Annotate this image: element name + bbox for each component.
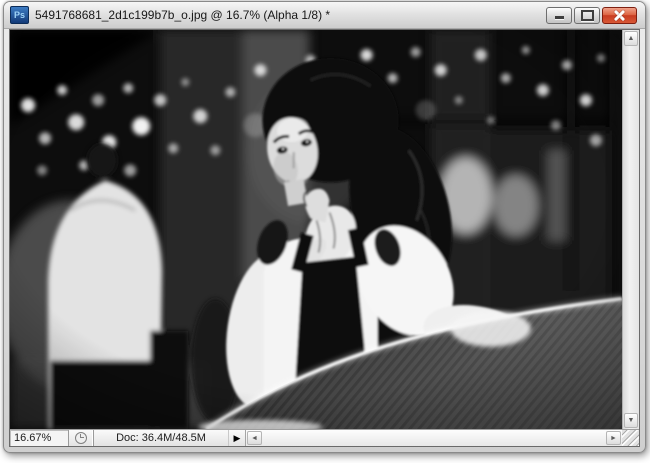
- close-button[interactable]: [602, 6, 637, 24]
- scroll-down-icon[interactable]: ▼: [624, 413, 638, 428]
- vertical-scrollbar[interactable]: ▲ ▼: [622, 30, 639, 429]
- maximize-icon: [580, 9, 594, 21]
- resize-grip[interactable]: [622, 430, 639, 446]
- status-bar: 16.67% Doc: 36.4M/48.5M ▶ ◄ ►: [10, 429, 639, 446]
- status-menu-button[interactable]: ▶: [229, 430, 246, 446]
- document-content-area: ▲ ▼ 16.67% Doc: 36.4M/48.5M ▶ ◄ ►: [9, 29, 640, 447]
- window-controls: [546, 6, 637, 24]
- minimize-icon: [554, 16, 564, 20]
- status-circle-icon: [69, 430, 94, 446]
- zoom-level-field[interactable]: 16.67%: [10, 430, 69, 446]
- photoshop-document-window: Ps 5491768681_2d1c199b7b_o.jpg @ 16.7% (…: [3, 1, 646, 453]
- photoshop-app-icon: Ps: [10, 6, 29, 24]
- scroll-up-icon[interactable]: ▲: [624, 31, 638, 46]
- window-titlebar[interactable]: Ps 5491768681_2d1c199b7b_o.jpg @ 16.7% (…: [4, 2, 645, 29]
- vertical-scroll-track[interactable]: [623, 47, 639, 412]
- maximize-button[interactable]: [574, 6, 600, 24]
- photo-artwork: [10, 30, 622, 429]
- photo-canvas[interactable]: [10, 30, 622, 429]
- minimize-button[interactable]: [546, 6, 572, 24]
- horizontal-scrollbar[interactable]: ◄ ►: [246, 430, 622, 446]
- scroll-right-icon[interactable]: ►: [606, 431, 621, 445]
- doc-size-info[interactable]: Doc: 36.4M/48.5M: [94, 430, 229, 446]
- horizontal-scroll-track[interactable]: [263, 430, 605, 446]
- scroll-left-icon[interactable]: ◄: [247, 431, 262, 445]
- close-icon: [613, 9, 626, 21]
- window-title: 5491768681_2d1c199b7b_o.jpg @ 16.7% (Alp…: [35, 8, 331, 22]
